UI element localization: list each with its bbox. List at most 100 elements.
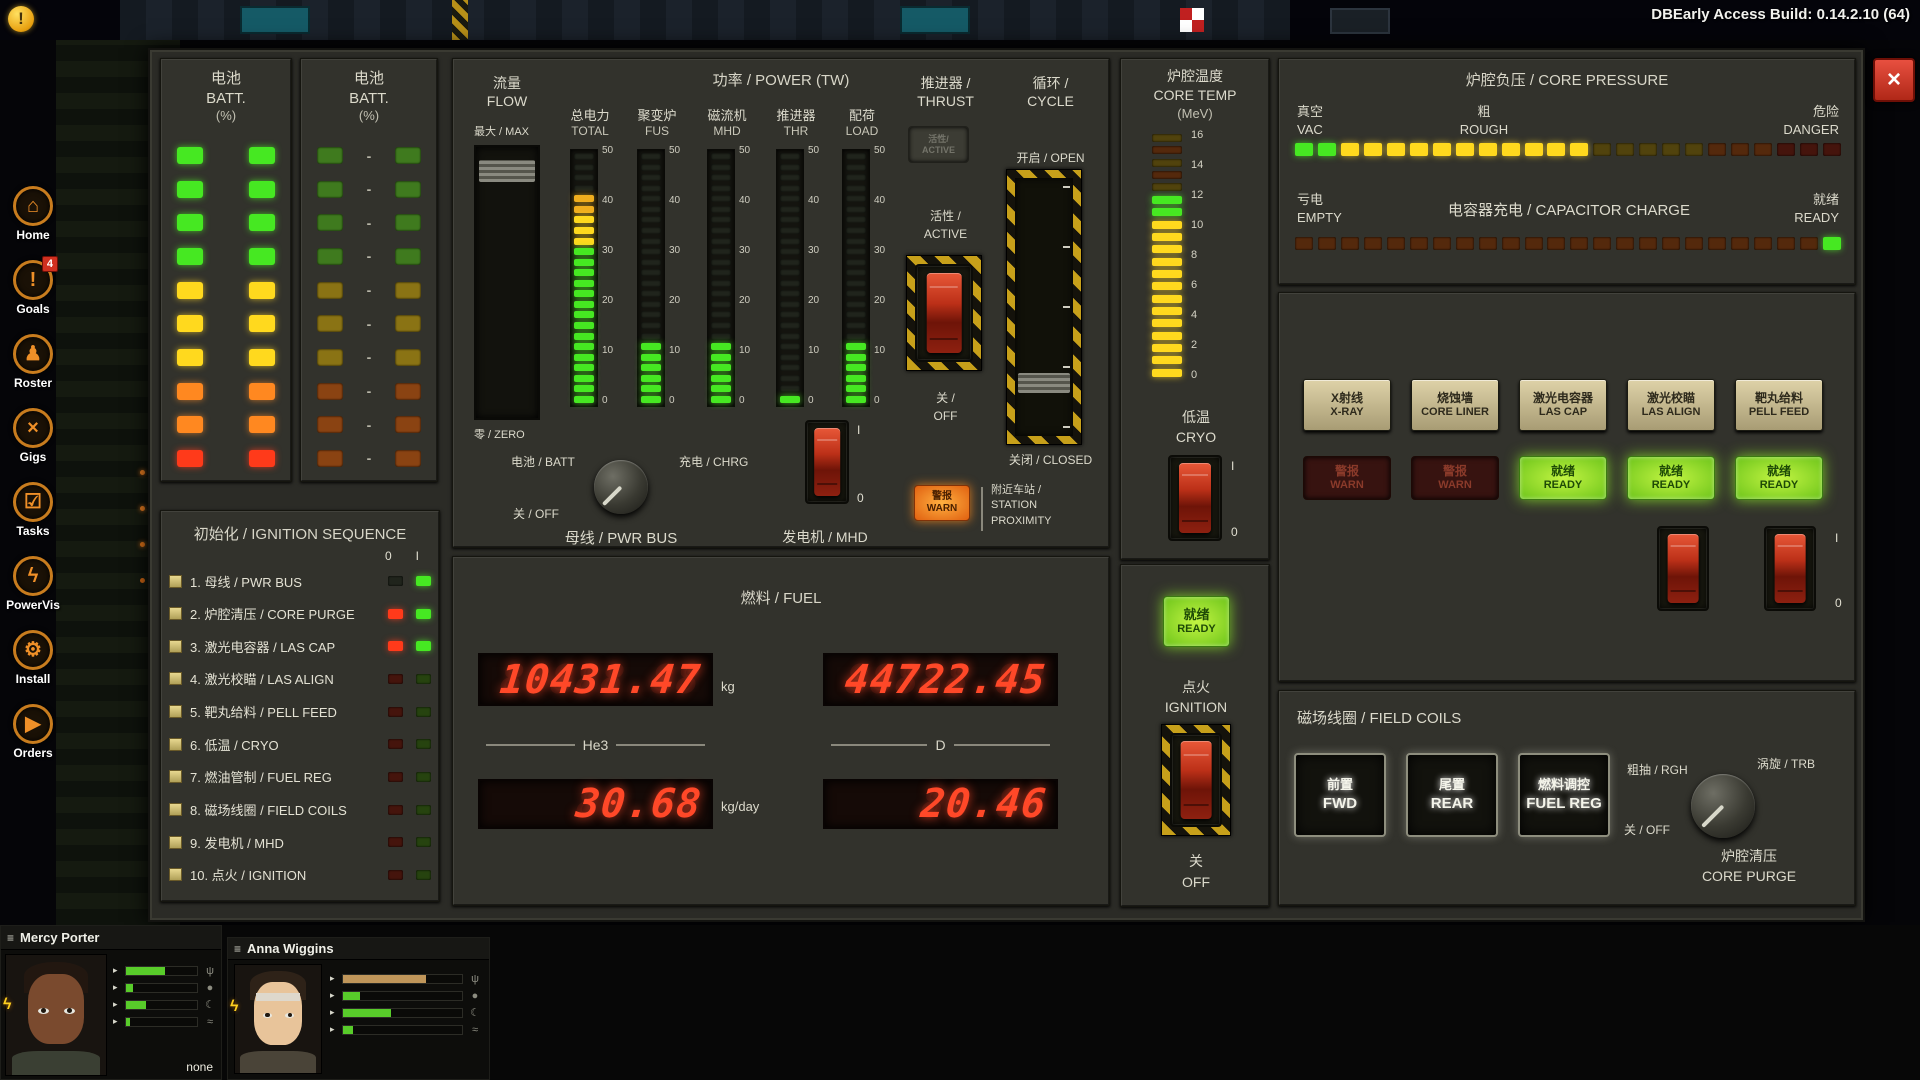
sidebar-item-roster[interactable]: ♟Roster [0,334,66,408]
step-pad-button[interactable] [169,836,182,849]
station-warn-lamp: 警报 WARN [914,485,970,521]
meter-led [846,290,866,297]
system-button-pell-feed[interactable]: 靶丸给料PELL FEED [1735,379,1823,431]
sidebar-item-home[interactable]: ⌂Home [0,186,66,260]
fieldcoil-button-rear[interactable]: 尾置REAR [1406,753,1498,837]
step-pad-button[interactable] [169,607,182,620]
rough-cn: 粗 [1429,103,1539,121]
sidebar-item-powervis[interactable]: ϟPowerVis [0,556,66,630]
cycle-slider-thumb[interactable] [1018,373,1070,393]
meter-scale-label: 0 [739,395,745,406]
meter-led [574,333,594,340]
thrust-switch[interactable] [915,264,973,362]
step-led-off [388,576,403,586]
stat-bar[interactable] [125,966,198,976]
mhd-on-label: I [857,423,860,437]
meter-label-en: FUS [625,124,689,138]
system-on-label: I [1835,531,1838,545]
cycle-slider[interactable] [1015,178,1073,436]
sidebar-item-install[interactable]: ⚙Install [0,630,66,704]
systems-buttons: X射线X-RAY 烧蚀墙CORE LINER 激光电容器LAS CAP 激光校瞄LAS… [1279,379,1857,431]
step-pad-button[interactable] [169,575,182,588]
battery-title-en: BATT. [161,89,291,109]
step-pad-button[interactable] [169,672,182,685]
close-button[interactable]: × [1873,58,1915,102]
stat-bar[interactable] [342,991,463,1001]
stat-bar[interactable] [342,1025,463,1035]
step-label: 4. 激光校瞄 / LAS ALIGN [190,669,375,688]
sidebar-item-goals[interactable]: !4Goals [0,260,66,334]
crew-portrait[interactable] [5,954,107,1076]
system-button-x-ray[interactable]: X射线X-RAY [1303,379,1391,431]
ignition-rocker[interactable] [1181,741,1212,818]
stat-bar[interactable] [125,1000,198,1010]
system-switch-1[interactable] [1657,526,1709,611]
step-pad-button[interactable] [169,738,182,751]
crew-portrait[interactable] [234,964,322,1074]
battery-led [249,450,275,467]
step-pad-button[interactable] [169,803,182,816]
meter-scale-label: 20 [602,295,613,306]
system-switch-2[interactable] [1764,526,1816,611]
step-led-on [416,837,431,847]
alert-icon[interactable]: ! [8,6,34,32]
fieldcoil-button-fuel-reg[interactable]: 燃料调控FUEL REG [1518,753,1610,837]
pressure-led [1685,143,1703,156]
pressure-led [1823,143,1841,156]
ignition-label-en: IGNITION [1121,697,1271,717]
sidebar-item-label: PowerVis [0,598,66,612]
capacitor-led [1777,237,1795,250]
system-button-las-align[interactable]: 激光校瞄LAS ALIGN [1627,379,1715,431]
system-rocker[interactable] [1775,534,1806,604]
sidebar-item-gigs[interactable]: ×Gigs [0,408,66,482]
trend-arrow-icon: ▸ [113,999,125,1010]
coretemp-scale: 1614121086420 [1191,129,1231,385]
ignition-switch[interactable] [1170,733,1222,827]
mhd-rocker[interactable] [814,428,840,497]
thrust-rocker[interactable] [927,273,962,354]
pwr-bus-knob[interactable] [594,460,648,514]
core-purge-knob[interactable] [1691,774,1755,838]
meter-led [574,185,594,192]
meter-led [641,227,661,234]
meter-scale-label: 0 [874,395,880,406]
stat-bar[interactable] [342,974,463,984]
meter-scale-label: 40 [739,195,750,206]
battery-mark: - [358,450,380,466]
system-button-core-liner[interactable]: 烧蚀墙CORE LINER [1411,379,1499,431]
meter-led [641,216,661,223]
fieldcoil-button-fwd[interactable]: 前置FWD [1294,753,1386,837]
meter-led [780,216,800,223]
pressure-led [1410,143,1428,156]
cryo-switch[interactable] [1168,455,1222,541]
meter-led [780,375,800,382]
stat-bar[interactable] [342,1008,463,1018]
sidebar-item-tasks[interactable]: ☑Tasks [0,482,66,556]
stat-bar[interactable] [125,983,198,993]
vac-label: 真空 VAC [1297,103,1323,139]
system-rocker[interactable] [1668,534,1699,604]
step-pad-button[interactable] [169,640,182,653]
step-pad-button[interactable] [169,705,182,718]
step-pad-button[interactable] [169,868,182,881]
battery-led [177,383,203,400]
crew-card-1[interactable]: ≡ Mercy Porter ϟ ▸ψ▸●▸☾▸≈ none [0,925,222,1080]
empty-cn: 亏电 [1297,191,1342,209]
sidebar-item-orders[interactable]: ▶Orders [0,704,66,778]
portrait-body [12,1051,100,1075]
mhd-switch[interactable] [805,420,849,504]
step-pad-button[interactable] [169,770,182,783]
install-icon: ⚙ [13,630,53,670]
system-lamp-2: 警报WARN [1411,456,1499,500]
system-button-las-cap[interactable]: 激光电容器LAS CAP [1519,379,1607,431]
cap-ready-en: READY [1794,209,1839,227]
coretemp-scale-label: 6 [1191,279,1197,291]
meter-scale-label: 10 [602,345,613,356]
meter-label-cn: 配荷 [830,105,894,124]
stat-bar[interactable] [125,1017,198,1027]
ignition-sequence-panel: 初始化 / IGNITION SEQUENCE 0 I 1. 母线 / PWR … [160,510,440,902]
meter-led [780,238,800,245]
coretemp-scale-label: 14 [1191,159,1203,171]
crew-card-2[interactable]: ≡ Anna Wiggins ϟ ▸ψ▸●▸☾▸≈ [227,937,490,1080]
cryo-rocker[interactable] [1179,463,1211,534]
